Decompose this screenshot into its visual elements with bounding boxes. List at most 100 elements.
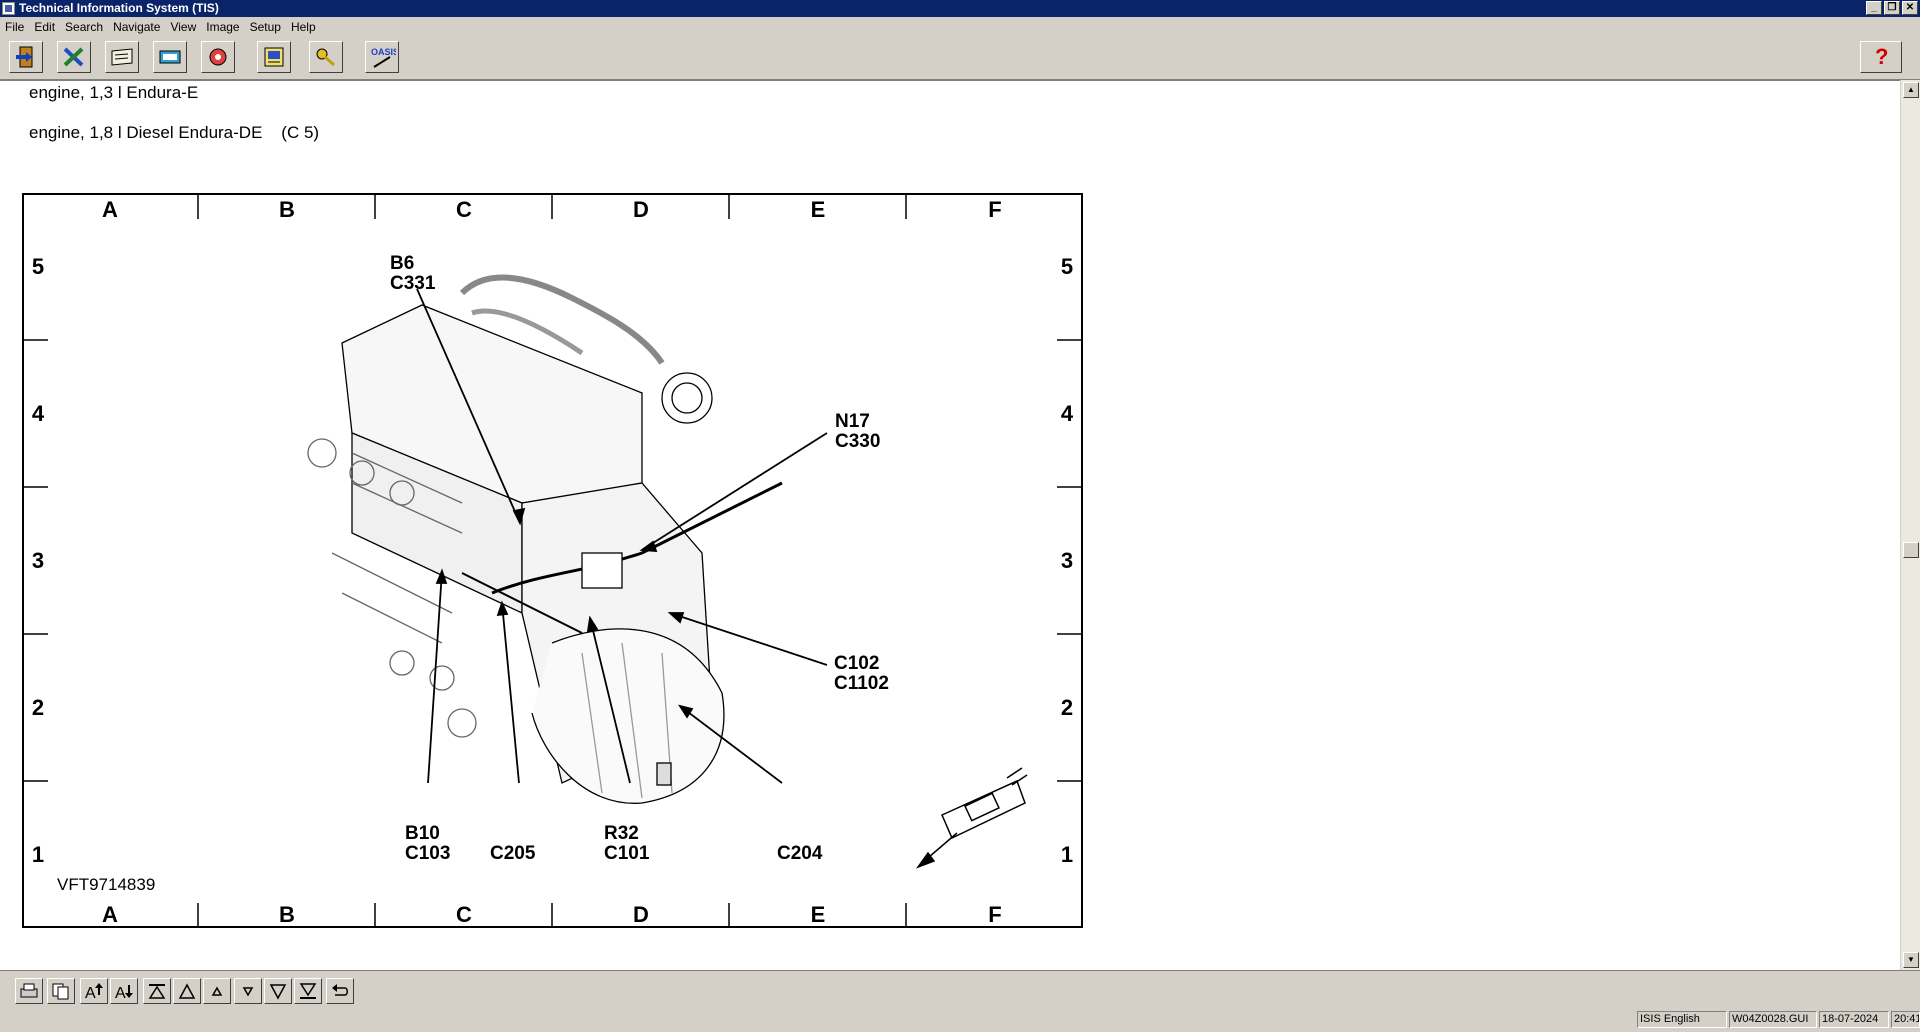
previous-page-icon [178, 983, 196, 999]
manual-button[interactable] [105, 41, 139, 73]
vehicle-icon [159, 50, 181, 64]
menu-view[interactable]: View [165, 17, 201, 37]
callout-label: B10 [405, 823, 440, 844]
restore-button[interactable]: ❐ [1884, 1, 1900, 15]
window-title: Technical Information System (TIS) [19, 1, 219, 15]
copy-button[interactable] [47, 978, 75, 1004]
first-page-button[interactable] [143, 978, 171, 1004]
callout-label: B6 [390, 253, 414, 274]
parts-icon [209, 48, 227, 66]
column-label-top: E [811, 197, 826, 222]
row-label-left: 5 [32, 254, 44, 279]
last-page-button[interactable] [294, 978, 322, 1004]
menu-file[interactable]: File [0, 17, 29, 37]
font-decrease-icon: A [115, 985, 133, 1000]
document-button[interactable] [257, 41, 291, 73]
column-label-top: C [456, 197, 472, 222]
engine-line-1: engine, 1,3 l Endura-E [29, 83, 199, 102]
column-label-bottom: C [456, 902, 472, 927]
back-button[interactable] [326, 978, 354, 1004]
font-increase-icon: A [85, 983, 103, 1000]
callout-label: C103 [405, 843, 450, 864]
engine-line-2: engine, 1,8 l Diesel Endura-DE (C 5) [29, 123, 320, 142]
last-page-icon [299, 983, 317, 999]
callout-label: C102 [834, 653, 879, 674]
parts-button[interactable] [201, 41, 235, 73]
column-label-bottom: B [279, 902, 295, 927]
oasis-icon: OASIS [371, 47, 396, 68]
next-page-button[interactable] [264, 978, 292, 1004]
scroll-thumb[interactable] [1903, 542, 1919, 558]
print-button[interactable] [15, 978, 43, 1004]
image-id: VFT9714839 [57, 875, 155, 894]
column-label-bottom: A [102, 902, 118, 927]
column-label-bottom: D [633, 902, 649, 927]
row-label-right: 3 [1061, 548, 1073, 573]
column-label-bottom: E [811, 902, 826, 927]
help-button[interactable]: ? [1860, 41, 1902, 73]
row-label-right: 4 [1061, 401, 1074, 426]
column-label-top: B [279, 197, 295, 222]
key-button[interactable] [309, 41, 343, 73]
callout-label: R32 [604, 823, 639, 844]
callout-label: C205 [490, 843, 536, 864]
row-label-right: 1 [1061, 842, 1073, 867]
row-label-right: 5 [1061, 254, 1073, 279]
vertical-scrollbar[interactable]: ▲ ▼ [1900, 80, 1920, 970]
font-decrease-button[interactable]: A [110, 978, 138, 1004]
column-label-top: D [633, 197, 649, 222]
svg-text:A: A [85, 985, 96, 1000]
status-date: 18-07-2024 [1819, 1011, 1889, 1028]
menu-bar: File Edit Search Navigate View Image Setup Help [0, 17, 1920, 37]
callout-label: C330 [835, 431, 880, 452]
row-label-left: 3 [32, 548, 44, 573]
menu-image[interactable]: Image [201, 17, 244, 37]
help-icon: ? [1875, 44, 1889, 69]
next-icon [242, 987, 254, 997]
exit-icon [16, 46, 33, 68]
title-bar: Technical Information System (TIS) _ ❐ ✕ [0, 0, 1920, 17]
tools-button[interactable] [57, 41, 91, 73]
document-icon [264, 47, 284, 67]
key-icon [316, 48, 335, 67]
menu-setup[interactable]: Setup [245, 17, 286, 37]
previous-page-button[interactable] [173, 978, 201, 1004]
callout-label: C1102 [834, 673, 889, 694]
svg-text:A: A [115, 985, 126, 1000]
callout-label: C101 [604, 843, 650, 864]
app-icon[interactable] [2, 2, 15, 15]
status-language: ISIS English [1637, 1011, 1727, 1028]
minimize-button[interactable]: _ [1866, 1, 1882, 15]
scroll-up-button[interactable]: ▲ [1903, 82, 1919, 98]
menu-search[interactable]: Search [60, 17, 108, 37]
status-time: 20:41 [1891, 1011, 1920, 1028]
menu-edit[interactable]: Edit [29, 17, 60, 37]
column-label-top: A [102, 197, 118, 222]
tools-icon [63, 47, 84, 67]
vehicle-button[interactable] [153, 41, 187, 73]
row-label-left: 2 [32, 695, 44, 720]
exit-button[interactable] [9, 41, 43, 73]
previous-button[interactable] [203, 978, 231, 1004]
column-label-top: F [988, 197, 1001, 222]
scroll-down-button[interactable]: ▼ [1903, 952, 1919, 968]
copy-icon [52, 983, 69, 1000]
oasis-button[interactable]: OASIS [365, 41, 399, 73]
print-icon [20, 983, 38, 998]
first-page-icon [148, 984, 166, 999]
row-label-left: 4 [32, 401, 45, 426]
status-file: W04Z0028.GUI [1729, 1011, 1817, 1028]
font-increase-button[interactable]: A [80, 978, 108, 1004]
svg-text:OASIS: OASIS [371, 47, 396, 57]
menu-help[interactable]: Help [286, 17, 321, 37]
back-icon [332, 984, 348, 996]
next-button[interactable] [234, 978, 262, 1004]
menu-navigate[interactable]: Navigate [108, 17, 165, 37]
wiring-diagram: A B C D E F A B C D E F 5 4 3 2 1 5 4 3 … [22, 193, 1083, 928]
status-bar: ISIS English W04Z0028.GUI 18-07-2024 20:… [0, 1008, 1920, 1032]
navigation-bar: A A [0, 970, 1920, 1009]
row-label-left: 1 [32, 842, 44, 867]
callout-label: C331 [390, 273, 436, 294]
content-pane: engine, 1,3 l Endura-E engine, 1,8 l Die… [0, 80, 1900, 971]
close-button[interactable]: ✕ [1902, 1, 1918, 15]
